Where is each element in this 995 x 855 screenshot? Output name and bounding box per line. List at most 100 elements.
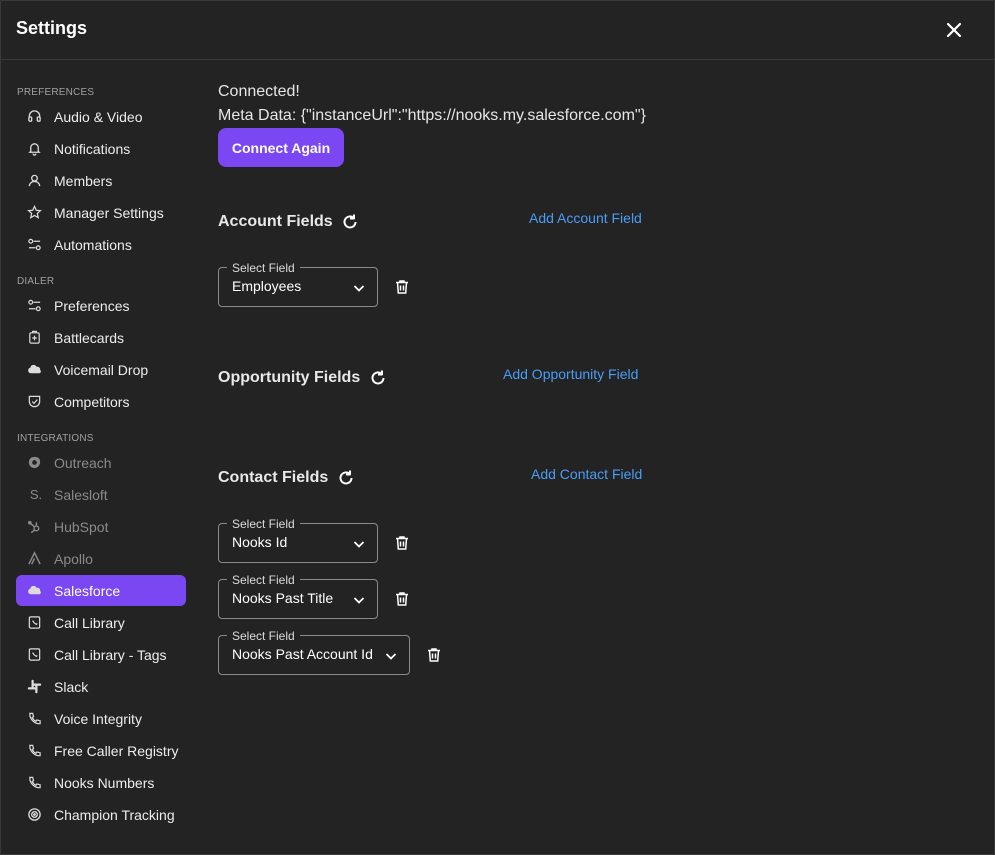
sidebar-item-label: Notifications xyxy=(54,141,131,157)
contact-field-select[interactable]: Select Field Nooks Past Account Id xyxy=(218,629,410,675)
sidebar-item-champion-tracking[interactable]: Champion Tracking xyxy=(16,799,186,830)
sidebar-item-label: Call Library - Tags xyxy=(54,647,167,663)
chevron-down-icon xyxy=(351,592,367,608)
delete-account-field-button[interactable] xyxy=(393,278,411,296)
add-account-field-link[interactable]: Add Account Field xyxy=(529,210,642,226)
library-icon xyxy=(27,647,42,662)
modal-header: Settings xyxy=(0,0,995,60)
field-legend: Select Field xyxy=(227,517,300,531)
sidebar-item-audio-video[interactable]: Audio & Video xyxy=(16,101,186,132)
sidebar-item-battlecards[interactable]: Battlecards xyxy=(16,322,186,353)
outreach-icon xyxy=(27,455,42,470)
sidebar-item-label: Automations xyxy=(54,237,132,253)
meta-data-text: Meta Data: {"instanceUrl":"https://nooks… xyxy=(218,107,646,124)
sidebar-item-hubspot[interactable]: HubSpot xyxy=(16,511,186,542)
sidebar-item-salesforce[interactable]: Salesforce xyxy=(16,575,186,606)
refresh-contact-fields-button[interactable] xyxy=(336,468,356,488)
refresh-icon xyxy=(343,214,357,229)
sidebar-item-outreach[interactable]: Outreach xyxy=(16,447,186,478)
contact-field-select[interactable]: Select Field Nooks Id xyxy=(218,517,378,563)
field-legend: Select Field xyxy=(227,629,300,643)
sidebar-item-free-caller-registry[interactable]: Free Caller Registry xyxy=(16,735,186,766)
sidebar-item-label: Apollo xyxy=(54,551,93,567)
trash-icon xyxy=(396,536,408,550)
account-fields-title: Account Fields xyxy=(218,213,333,230)
sidebar-item-label: Members xyxy=(54,173,113,189)
page-title: Settings xyxy=(16,18,88,38)
sidebar-item-label: Salesforce xyxy=(54,583,121,599)
sidebar-item-automations[interactable]: Automations xyxy=(16,229,186,260)
sidebar-item-call-library[interactable]: Call Library xyxy=(16,607,186,638)
chevron-down-icon xyxy=(351,536,367,552)
delete-contact-field-button[interactable] xyxy=(393,534,411,552)
section-label-integrations: INTEGRATIONS xyxy=(17,433,94,444)
phone-icon xyxy=(27,711,42,726)
field-legend: Select Field xyxy=(227,261,300,275)
add-contact-field-link[interactable]: Add Contact Field xyxy=(531,466,642,482)
connection-status: Connected! xyxy=(218,83,300,100)
sidebar-item-label: Competitors xyxy=(54,394,130,410)
phone-icon xyxy=(27,743,42,758)
trash-icon xyxy=(428,648,440,662)
sidebar-item-call-library-tags[interactable]: Call Library - Tags xyxy=(16,639,186,670)
hubspot-icon xyxy=(27,519,42,534)
sidebar-item-notifications[interactable]: Notifications xyxy=(16,133,186,164)
contact-fields-title: Contact Fields xyxy=(218,469,329,486)
sidebar-item-label: Call Library xyxy=(54,615,125,631)
refresh-icon xyxy=(339,470,353,485)
sliders-icon xyxy=(27,237,42,252)
sidebar-item-voicemail-drop[interactable]: Voicemail Drop xyxy=(16,354,186,385)
library-icon xyxy=(27,615,42,630)
sidebar-item-slack[interactable]: Slack xyxy=(16,671,186,702)
phone-icon xyxy=(27,775,42,790)
add-opportunity-field-link[interactable]: Add Opportunity Field xyxy=(503,366,638,382)
star-icon xyxy=(27,205,42,220)
refresh-account-fields-button[interactable] xyxy=(340,212,360,232)
sidebar-item-label: Free Caller Registry xyxy=(54,743,179,759)
sidebar-item-voice-integrity[interactable]: Voice Integrity xyxy=(16,703,186,734)
refresh-icon xyxy=(371,370,385,385)
refresh-opportunity-fields-button[interactable] xyxy=(368,368,388,388)
sidebar-item-label: Salesloft xyxy=(54,487,108,503)
sidebar-item-members[interactable]: Members xyxy=(16,165,186,196)
sidebar-item-label: Nooks Numbers xyxy=(54,775,155,791)
bell-icon xyxy=(27,141,42,156)
target-icon xyxy=(27,807,42,822)
svg-text:S.: S. xyxy=(30,487,42,502)
sidebar-item-label: Battlecards xyxy=(54,330,125,346)
delete-contact-field-button[interactable] xyxy=(393,590,411,608)
user-icon xyxy=(27,173,42,188)
section-label-dialer: DIALER xyxy=(17,276,55,287)
salesloft-icon: S. xyxy=(27,487,42,502)
trash-icon xyxy=(396,280,408,294)
sidebar-item-label: Slack xyxy=(54,679,89,695)
slack-icon xyxy=(27,679,42,694)
sidebar-item-apollo[interactable]: Apollo xyxy=(16,543,186,574)
field-value: Nooks Past Account Id xyxy=(232,646,373,662)
sidebar-item-label: Preferences xyxy=(54,298,130,314)
sidebar: PREFERENCES Audio & Video Notifications … xyxy=(0,60,200,855)
delete-contact-field-button[interactable] xyxy=(425,646,443,664)
sidebar-item-preferences[interactable]: Preferences xyxy=(16,290,186,321)
contact-field-select[interactable]: Select Field Nooks Past Title xyxy=(218,573,378,619)
account-field-select[interactable]: Select Field Employees xyxy=(218,261,378,307)
sidebar-item-label: Outreach xyxy=(54,455,112,471)
sidebar-item-salesloft[interactable]: S. Salesloft xyxy=(16,479,186,510)
sidebar-item-manager-settings[interactable]: Manager Settings xyxy=(16,197,186,228)
field-legend: Select Field xyxy=(227,573,300,587)
close-icon xyxy=(946,22,962,38)
section-label-preferences: PREFERENCES xyxy=(17,87,95,98)
close-button[interactable] xyxy=(942,18,966,42)
sidebar-item-label: Manager Settings xyxy=(54,205,164,221)
opportunity-fields-title: Opportunity Fields xyxy=(218,369,361,386)
battlecard-icon xyxy=(27,330,42,345)
field-value: Nooks Past Title xyxy=(232,590,334,606)
sidebar-item-competitors[interactable]: Competitors xyxy=(16,386,186,417)
cloud-icon xyxy=(27,583,42,598)
apollo-icon xyxy=(27,551,42,566)
sidebar-item-nooks-numbers[interactable]: Nooks Numbers xyxy=(16,767,186,798)
connect-again-button[interactable]: Connect Again xyxy=(218,128,344,167)
field-value: Nooks Id xyxy=(232,534,288,550)
sliders-icon xyxy=(27,298,42,313)
field-value: Employees xyxy=(232,278,302,294)
